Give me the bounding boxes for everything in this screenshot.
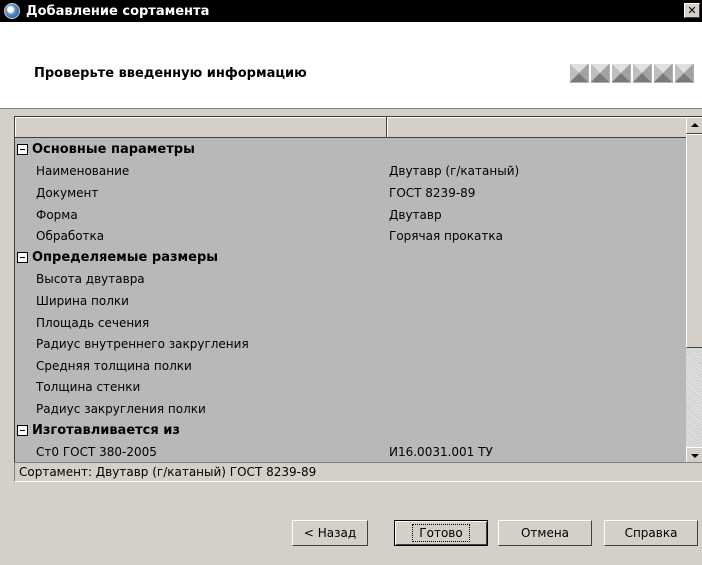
collapse-icon[interactable] xyxy=(17,252,28,264)
property-name: Средняя толщина полки xyxy=(36,358,192,373)
property-name: Форма xyxy=(36,207,78,222)
property-row[interactable]: Радиус закругления полки xyxy=(15,398,687,420)
collapse-icon[interactable] xyxy=(17,144,28,156)
property-name: Обработка xyxy=(36,229,105,244)
wizard-header: Проверьте введенную информацию xyxy=(0,22,702,109)
wizard-step-icon xyxy=(654,64,673,83)
group-title: Основные параметры xyxy=(15,142,389,157)
group-row[interactable]: Основные параметры xyxy=(15,139,687,161)
group-label: Основные параметры xyxy=(32,142,195,158)
wizard-step-icon xyxy=(591,64,610,83)
property-row[interactable]: Средняя толщина полки xyxy=(15,355,687,377)
status-bar: Сортамент: Двутавр (г/катаный) ГОСТ 8239… xyxy=(14,462,702,482)
done-label: Готово xyxy=(412,524,470,542)
property-name: Ст0 ГОСТ 380-2005 xyxy=(36,445,157,460)
property-grid[interactable]: Основные параметры Наименование Двутавр (г… xyxy=(14,116,702,465)
scroll-up-button[interactable] xyxy=(686,117,702,134)
group-label: Изготавливается из xyxy=(32,423,180,439)
back-button[interactable]: < Назад xyxy=(292,520,368,546)
wizard-step-icon xyxy=(633,64,652,83)
property-row[interactable]: Радиус внутреннего закругления xyxy=(15,333,687,355)
property-row[interactable]: Обработка Горячая прокатка xyxy=(15,225,687,247)
property-value: И16.0031.001 ТУ xyxy=(389,445,493,460)
property-value: Горячая прокатка xyxy=(389,229,503,244)
grid-header-value[interactable] xyxy=(387,117,687,138)
property-row[interactable]: Документ ГОСТ 8239-89 xyxy=(15,182,687,204)
group-title: Определяемые размеры xyxy=(15,250,389,265)
property-name: Радиус закругления полки xyxy=(36,401,206,416)
property-name: Радиус внутреннего закругления xyxy=(36,337,249,352)
arrow-up-icon xyxy=(691,123,699,127)
property-name: Наименование xyxy=(36,164,130,179)
group-label: Определяемые размеры xyxy=(32,250,219,266)
grid-header xyxy=(15,117,687,138)
cancel-button[interactable]: Отмена xyxy=(498,520,592,546)
wizard-steps xyxy=(570,64,694,83)
property-row[interactable]: Форма Двутавр xyxy=(15,204,687,226)
group-row[interactable]: Определяемые размеры xyxy=(15,247,687,269)
wizard-step-icon xyxy=(570,64,589,83)
app-icon xyxy=(4,3,20,19)
property-row[interactable]: Наименование Двутавр (г/катаный) xyxy=(15,161,687,183)
property-row[interactable]: Высота двутавра xyxy=(15,269,687,291)
scroll-track[interactable] xyxy=(686,348,702,447)
done-button[interactable]: Готово xyxy=(394,520,488,546)
property-name: Толщина стенки xyxy=(36,380,141,395)
group-title: Изготавливается из xyxy=(15,423,389,438)
property-value: Двутавр (г/катаный) xyxy=(389,164,520,179)
property-name: Документ xyxy=(36,185,99,200)
title-bar: Добавление сортамента ✕ xyxy=(0,0,702,22)
arrow-down-icon xyxy=(691,454,699,458)
vertical-scrollbar[interactable] xyxy=(686,117,702,464)
collapse-icon[interactable] xyxy=(17,425,28,437)
close-button[interactable]: ✕ xyxy=(684,3,700,18)
window-title: Добавление сортамента xyxy=(26,3,210,19)
property-value: Двутавр xyxy=(389,207,442,222)
wizard-step-icon xyxy=(612,64,631,83)
group-row[interactable]: Изготавливается из xyxy=(15,420,687,442)
property-name: Высота двутавра xyxy=(36,272,145,287)
instruction-text: Проверьте введенную информацию xyxy=(34,66,307,81)
property-value: ГОСТ 8239-89 xyxy=(389,185,476,200)
property-row[interactable]: Ст0 ГОСТ 380-2005 И16.0031.001 ТУ xyxy=(15,441,687,463)
help-button[interactable]: Справка xyxy=(604,520,698,546)
grid-header-name[interactable] xyxy=(15,117,387,138)
property-row[interactable]: Площадь сечения xyxy=(15,312,687,334)
wizard-step-icon xyxy=(675,64,694,83)
property-row[interactable]: Толщина стенки xyxy=(15,377,687,399)
scroll-thumb[interactable] xyxy=(686,134,702,348)
property-name: Площадь сечения xyxy=(36,315,150,330)
property-name: Ширина полки xyxy=(36,293,129,308)
grid-rows: Основные параметры Наименование Двутавр (г… xyxy=(15,139,687,464)
property-row[interactable]: Ширина полки xyxy=(15,290,687,312)
